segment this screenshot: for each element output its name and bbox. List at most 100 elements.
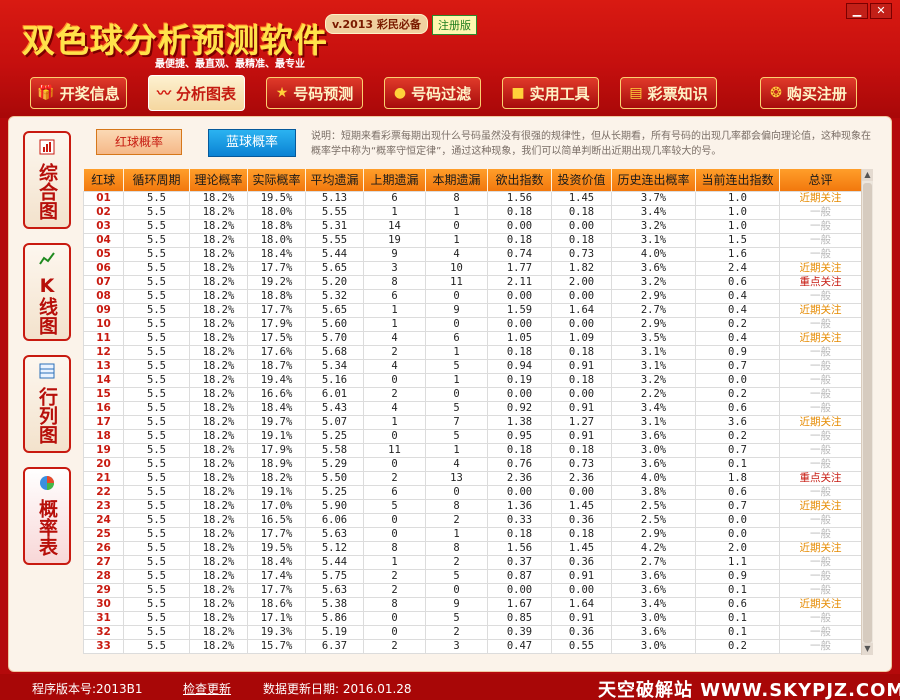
table-cell: 1: [425, 526, 488, 542]
table-cell: 2.2%: [611, 386, 696, 402]
table-cell: 1: [425, 442, 488, 458]
table-cell: 5.5: [123, 484, 190, 500]
table-cell: 8: [425, 540, 488, 556]
explanation-note: 说明：短期来看彩票每期出现什么号码虽然没有很强的规律性，但从长期看，所有号码的出…: [311, 131, 871, 157]
blue-ball-probability-button[interactable]: 蓝球概率: [208, 129, 296, 157]
ball-number-cell: 21: [83, 470, 124, 486]
table-cell: 5.55: [305, 204, 364, 220]
ball-number-cell: 19: [83, 442, 124, 458]
table-row: 12 5.5 18.2% 17.6% 5.68 2 1 0.18 0.18 3.1% 0.9 一般: [83, 344, 862, 360]
table-cell: 17.7%: [247, 260, 306, 276]
table-cell: 8: [363, 540, 426, 556]
table-cell: 6: [425, 330, 488, 346]
table-header-row: 红球 循环周期 理论概率 实际概率 平均遗漏 上期遗漏 本期遗漏 欲出指数 投资价值 历史连出概率…: [83, 169, 862, 191]
chart-line-icon: 〰: [156, 86, 171, 102]
table-cell: 0.18: [487, 344, 552, 360]
balls-icon: ●: [393, 85, 407, 101]
table-cell: 4.0%: [611, 470, 696, 486]
table-cell: 5: [425, 568, 488, 584]
table-row: 32 5.5 18.2% 19.3% 5.19 0 2 0.39 0.36 3.6% 0.1 一般: [83, 624, 862, 640]
table-cell: 18.2%: [189, 540, 248, 556]
ball-number-cell: 12: [83, 344, 124, 360]
table-cell: 1.45: [551, 498, 612, 514]
table-cell: 5.5: [123, 610, 190, 626]
nav-number-prediction[interactable]: ★ 号码预测: [266, 77, 363, 109]
ball-number-cell: 28: [83, 568, 124, 584]
table-cell: 18.2%: [189, 246, 248, 262]
side-tab-row-column[interactable]: 行列图: [23, 355, 71, 453]
check-update-link[interactable]: 检查更新: [183, 680, 231, 697]
table-row: 29 5.5 18.2% 17.7% 5.63 2 0 0.00 0.00 3.6% 0.1 一般: [83, 582, 862, 598]
table-cell: 18.2%: [247, 470, 306, 486]
table-cell: 5.44: [305, 246, 364, 262]
nav-analysis-charts[interactable]: 〰 分析图表: [148, 75, 245, 111]
table-row: 11 5.5 18.2% 17.5% 5.70 4 6 1.05 1.09 3.5% 0.4 近期关注: [83, 330, 862, 346]
table-cell: 9: [363, 246, 426, 262]
table-cell: 5.75: [305, 568, 364, 584]
table-cell: 3.6%: [611, 624, 696, 640]
red-ball-probability-button[interactable]: 红球概率: [96, 129, 182, 155]
rating-cell: 近期关注: [779, 190, 862, 206]
rating-cell: 一般: [779, 484, 862, 500]
scroll-down-arrow-icon[interactable]: ▼: [862, 643, 873, 655]
table-cell: 0.87: [487, 568, 552, 584]
table-cell: 5.43: [305, 400, 364, 416]
table-cell: 0.00: [551, 218, 612, 234]
table-cell: 1.0: [695, 218, 780, 234]
table-cell: 2: [363, 470, 426, 486]
table-cell: 5.5: [123, 302, 190, 318]
table-cell: 0.6: [695, 400, 780, 416]
table-cell: 1: [363, 316, 426, 332]
minimize-button[interactable]: ▁: [846, 3, 868, 19]
table-cell: 4: [425, 456, 488, 472]
table-cell: 0.47: [487, 638, 552, 654]
table-row: 31 5.5 18.2% 17.1% 5.86 0 5 0.85 0.91 3.0% 0.1 一般: [83, 610, 862, 626]
table-cell: 6: [363, 288, 426, 304]
table-cell: 2: [363, 344, 426, 360]
table-cell: 5.70: [305, 330, 364, 346]
table-cell: 19.3%: [247, 624, 306, 640]
table-cell: 8: [425, 498, 488, 514]
table-cell: 5.5: [123, 204, 190, 220]
registered-badge: 注册版: [432, 15, 477, 35]
table-cell: 0.1: [695, 582, 780, 598]
table-cell: 1: [363, 302, 426, 318]
table-cell: 1: [425, 204, 488, 220]
table-cell: 0.7: [695, 498, 780, 514]
scroll-thumb[interactable]: [863, 183, 872, 643]
table-cell: 2.7%: [611, 554, 696, 570]
table-cell: 0.18: [487, 526, 552, 542]
table-cell: 18.6%: [247, 596, 306, 612]
table-row: 05 5.5 18.2% 18.4% 5.44 9 4 0.74 0.73 4.0% 1.6 一般: [83, 246, 862, 262]
table-cell: 18.2%: [189, 218, 248, 234]
table-cell: 8: [363, 596, 426, 612]
status-bar: 程序版本号:2013B1 检查更新 数据更新日期: 2016.01.28 天空破…: [0, 674, 900, 700]
side-tab-probability-table[interactable]: 概率表: [23, 467, 71, 565]
close-button[interactable]: ✕: [870, 3, 892, 19]
rating-cell: 重点关注: [779, 274, 862, 290]
ball-number-cell: 25: [83, 526, 124, 542]
table-cell: 0.36: [551, 554, 612, 570]
scroll-up-arrow-icon[interactable]: ▲: [862, 169, 873, 181]
side-tab-k-line[interactable]: K线图: [23, 243, 71, 341]
table-cell: 5.5: [123, 260, 190, 276]
table-row: 30 5.5 18.2% 18.6% 5.38 8 9 1.67 1.64 3.4% 0.6 近期关注: [83, 596, 862, 612]
nav-purchase-register[interactable]: ❂ 购买注册: [760, 77, 857, 109]
table-cell: 5.68: [305, 344, 364, 360]
table-cell: 5.5: [123, 456, 190, 472]
nav-tools[interactable]: ■ 实用工具: [502, 77, 599, 109]
table-cell: 0.91: [551, 428, 612, 444]
table-cell: 0.7: [695, 358, 780, 374]
vertical-scrollbar[interactable]: ▲ ▼: [861, 169, 873, 655]
k-line-icon: [38, 251, 56, 269]
table-cell: 3.4%: [611, 400, 696, 416]
nav-number-filter[interactable]: ● 号码过滤: [384, 77, 481, 109]
ball-number-cell: 32: [83, 624, 124, 640]
table-cell: 0.18: [487, 232, 552, 248]
side-tab-overview-chart[interactable]: 综合图: [23, 131, 71, 229]
rating-cell: 一般: [779, 204, 862, 220]
gift-icon: 🎁: [37, 85, 55, 101]
nav-lottery-info[interactable]: 🎁 开奖信息: [30, 77, 127, 109]
table-cell: 17.4%: [247, 568, 306, 584]
nav-lottery-knowledge[interactable]: ▤ 彩票知识: [620, 77, 717, 109]
